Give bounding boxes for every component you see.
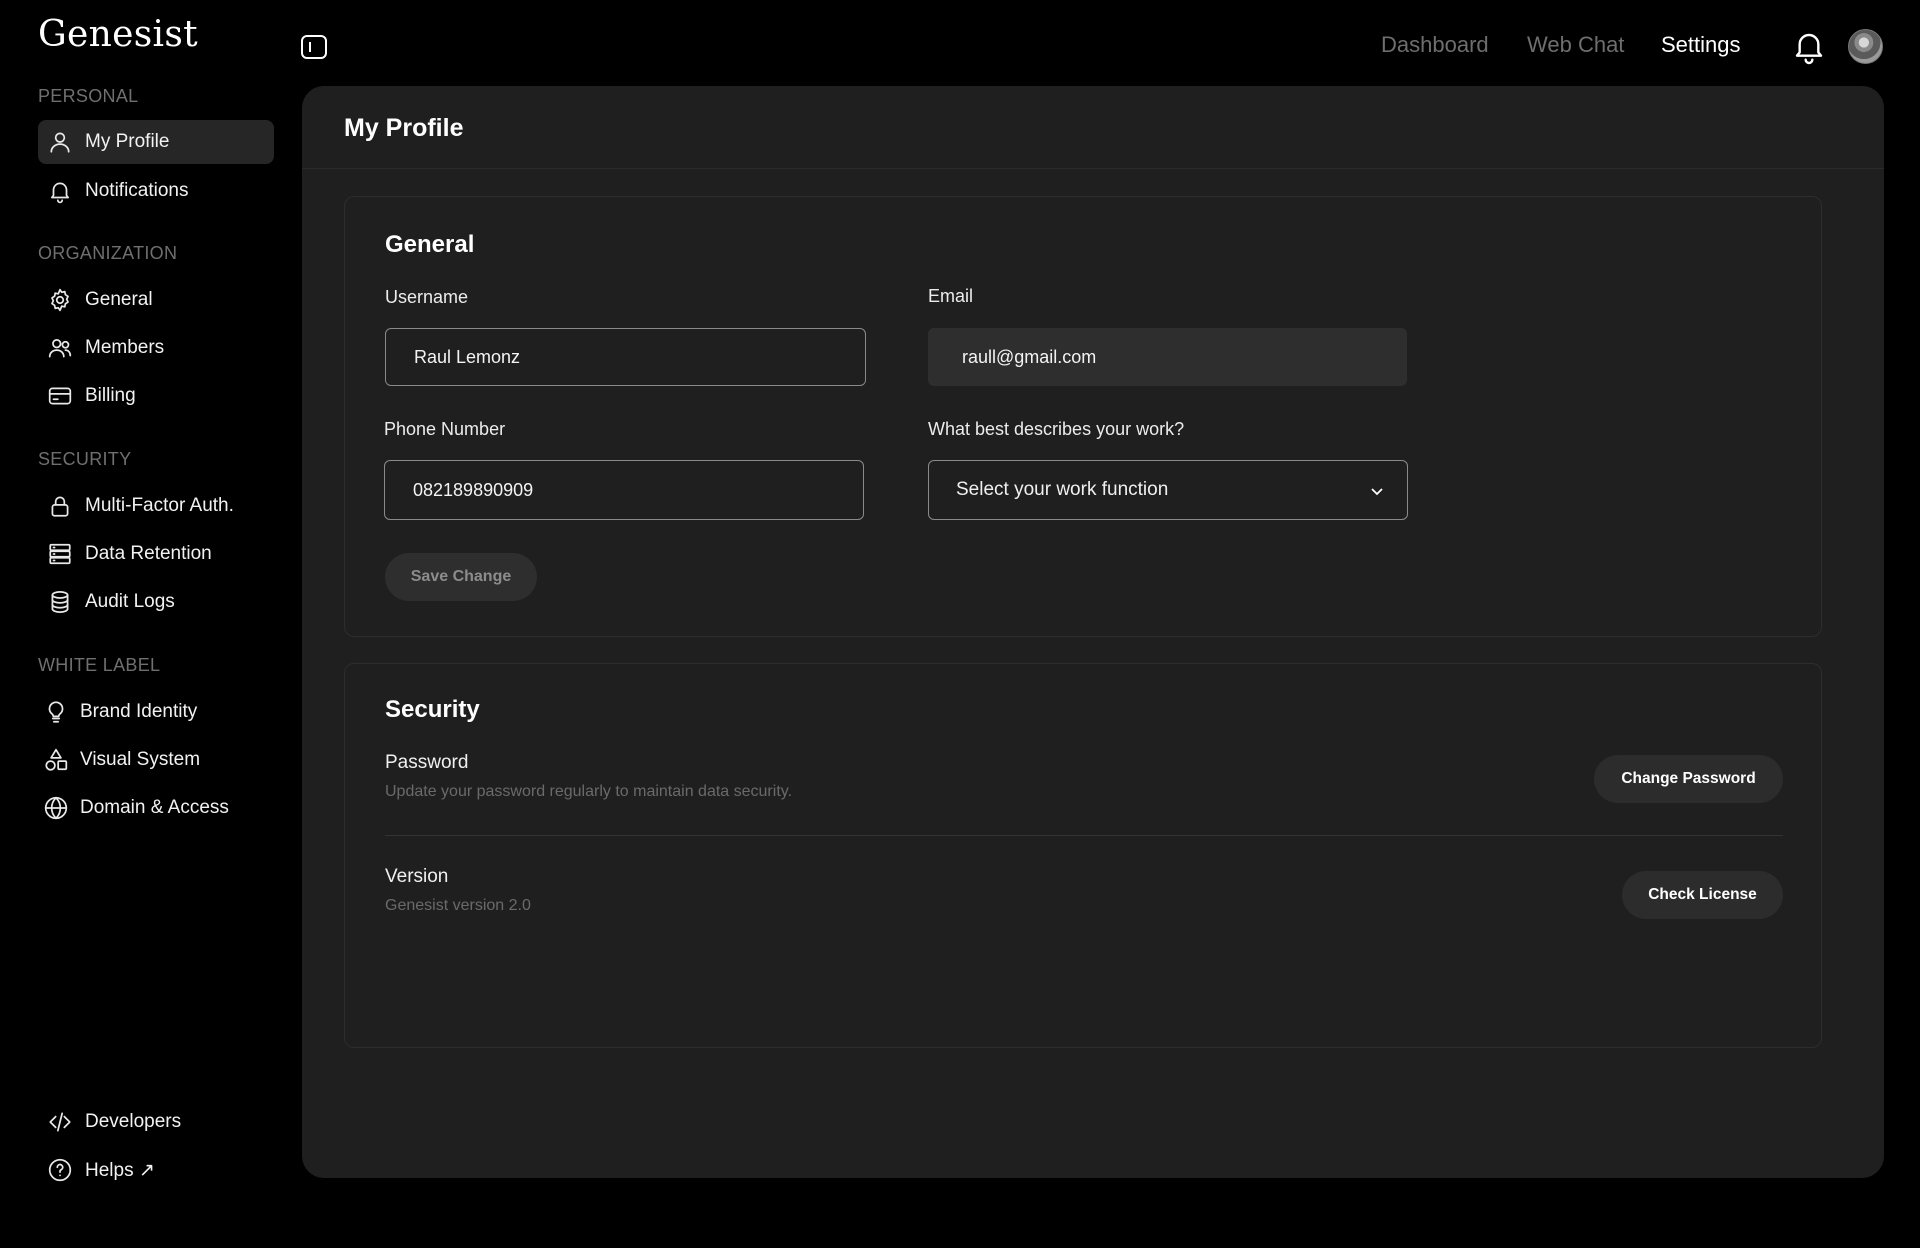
row-divider — [385, 835, 1783, 836]
bell-icon — [46, 177, 74, 205]
section-security: SECURITY — [38, 449, 132, 469]
sidebar-item-developers[interactable]: Developers — [38, 1100, 274, 1144]
avatar[interactable] — [1848, 29, 1883, 64]
sidebar-item-data-retention[interactable]: Data Retention — [38, 532, 274, 576]
sidebar-item-label: Developers — [85, 1111, 182, 1132]
sidebar-item-domain-access[interactable]: Domain & Access — [40, 786, 276, 830]
code-icon — [46, 1108, 74, 1136]
sidebar-item-visual-system[interactable]: Visual System — [40, 738, 276, 782]
general-title: General — [385, 231, 475, 258]
help-circle-icon — [46, 1156, 74, 1184]
general-card: General Username Email Phone Number What… — [344, 196, 1822, 637]
sidebar-item-multi-factor-auth[interactable]: Multi-Factor Auth. — [38, 484, 274, 528]
section-personal: PERSONAL — [38, 86, 139, 106]
sidebar-item-label: Helps ↗ — [85, 1159, 155, 1181]
main-panel: My Profile General Username Email Phone … — [302, 86, 1884, 1178]
sidebar-item-label: Audit Logs — [85, 591, 175, 612]
users-icon — [46, 334, 74, 362]
sidebar-toggle-icon — [301, 35, 327, 59]
sidebar-item-label: General — [85, 289, 153, 310]
globe-icon — [42, 794, 70, 822]
sidebar-item-label: Billing — [85, 385, 136, 406]
version-description: Genesist version 2.0 — [385, 897, 531, 914]
phone-input[interactable] — [384, 460, 864, 520]
section-white-label: WHITE LABEL — [38, 655, 161, 675]
username-label: Username — [385, 287, 469, 307]
sidebar-item-members[interactable]: Members — [38, 326, 274, 370]
version-label: Version — [385, 866, 449, 887]
nav-dashboard[interactable]: Dashboard — [1381, 32, 1489, 58]
sidebar-item-helps[interactable]: Helps ↗ — [38, 1148, 274, 1192]
security-card: Security Password Update your password r… — [344, 663, 1822, 1048]
sidebar-item-label: Members — [85, 337, 165, 358]
database-icon — [46, 588, 74, 616]
user-icon — [46, 128, 74, 156]
save-change-button[interactable]: Save Change — [385, 553, 537, 601]
lightbulb-icon — [42, 698, 70, 726]
password-description: Update your password regularly to mainta… — [385, 783, 793, 800]
work-function-placeholder: Select your work function — [956, 479, 1169, 500]
app-logo: Genesist — [38, 14, 198, 55]
sidebar-item-label: Brand Identity — [80, 701, 198, 722]
server-icon — [46, 540, 74, 568]
email-label: Email — [928, 286, 974, 306]
sidebar-item-my-profile[interactable]: My Profile — [38, 120, 274, 164]
phone-label: Phone Number — [384, 419, 506, 439]
sidebar-item-label: Notifications — [85, 180, 189, 201]
check-license-button[interactable]: Check License — [1622, 871, 1783, 919]
sidebar-item-billing[interactable]: Billing — [38, 374, 274, 418]
sidebar-item-notifications[interactable]: Notifications — [38, 169, 274, 213]
username-input[interactable] — [385, 328, 866, 386]
work-function-select[interactable]: Select your work function — [928, 460, 1408, 520]
sidebar-item-brand-identity[interactable]: Brand Identity — [40, 690, 276, 734]
change-password-button[interactable]: Change Password — [1594, 755, 1783, 803]
security-title: Security — [385, 696, 480, 723]
notifications-button[interactable] — [1792, 28, 1826, 66]
password-label: Password — [385, 752, 469, 773]
bell-icon — [1795, 33, 1823, 65]
email-input[interactable] — [928, 328, 1407, 386]
nav-web-chat[interactable]: Web Chat — [1527, 32, 1624, 58]
sidebar-item-label: My Profile — [85, 131, 170, 152]
lock-icon — [46, 492, 74, 520]
gear-icon — [46, 286, 74, 314]
section-organization: ORGANIZATION — [38, 243, 178, 263]
sidebar-item-audit-logs[interactable]: Audit Logs — [38, 580, 274, 624]
credit-card-icon — [46, 382, 74, 410]
page-title: My Profile — [344, 114, 464, 142]
sidebar-item-label: Visual System — [80, 749, 201, 770]
sidebar-item-label: Data Retention — [85, 543, 212, 564]
sidebar-item-label: Domain & Access — [80, 797, 229, 818]
work-label: What best describes your work? — [928, 419, 1185, 439]
sidebar-item-label: Multi-Factor Auth. — [85, 495, 234, 516]
nav-settings[interactable]: Settings — [1661, 32, 1741, 58]
title-divider — [302, 168, 1884, 169]
sidebar-toggle-button[interactable] — [298, 32, 330, 62]
shapes-icon — [42, 746, 70, 774]
chevron-down-icon — [1369, 483, 1385, 499]
sidebar-item-general[interactable]: General — [38, 278, 274, 322]
